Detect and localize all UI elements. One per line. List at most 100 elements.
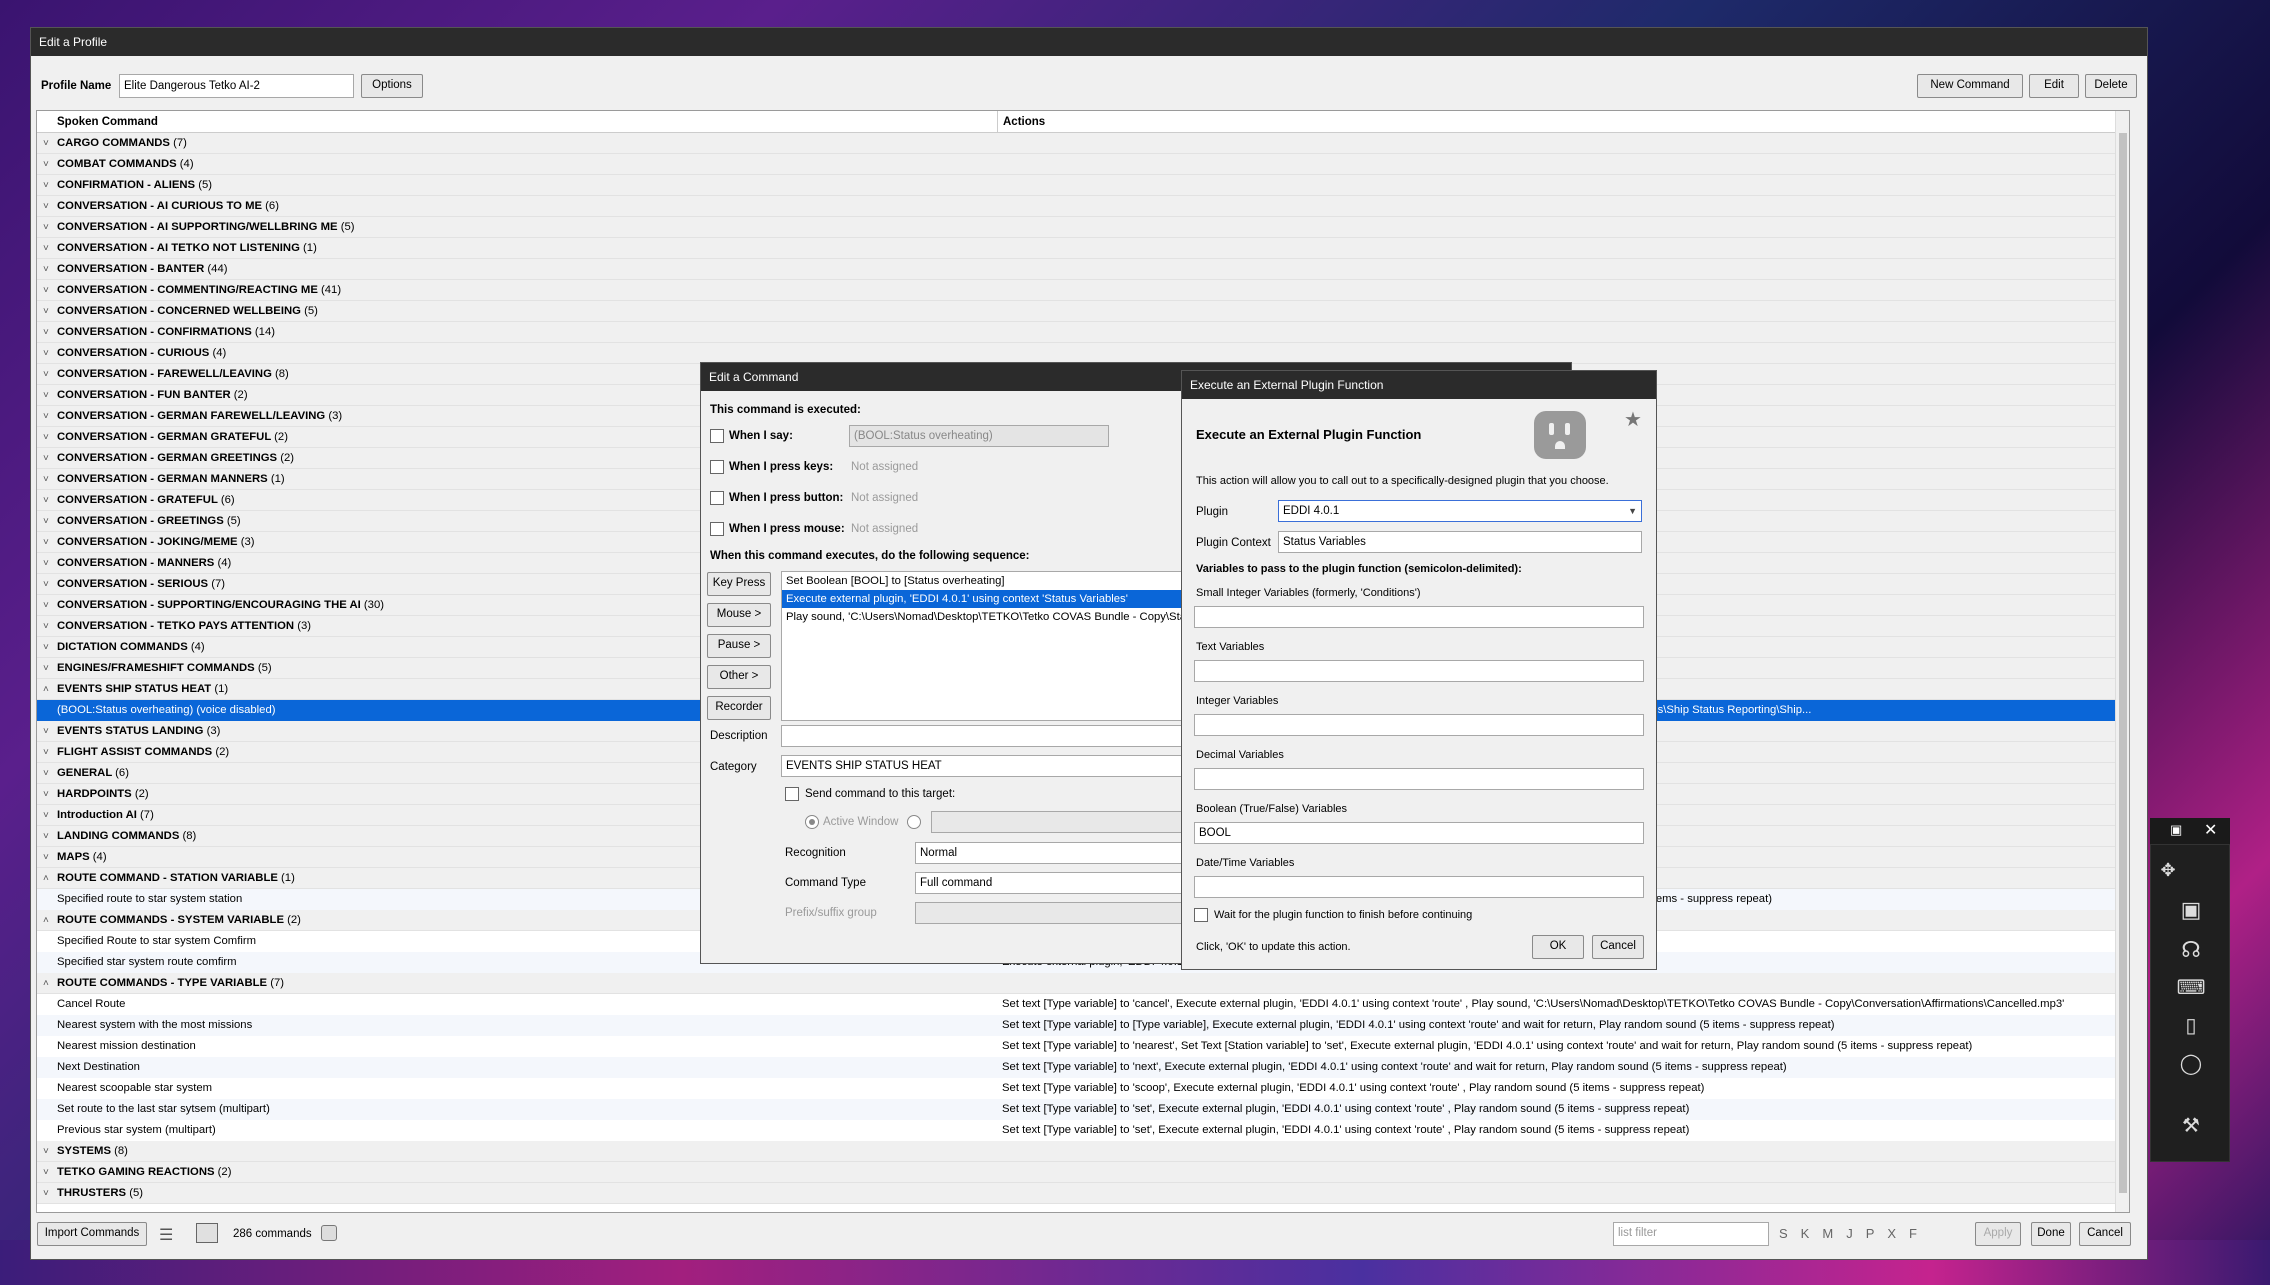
group-row[interactable]: ˄ ROUTE COMMANDS - TYPE VARIABLE (7) — [37, 973, 2129, 994]
pause-button[interactable]: Pause > — [707, 634, 771, 658]
chevron-down-icon[interactable]: ˅ — [43, 175, 49, 195]
group-row[interactable]: ˅ TETKO GAMING REACTIONS (2) — [37, 1162, 2129, 1183]
chevron-down-icon[interactable]: ˅ — [43, 616, 49, 636]
chevron-down-icon[interactable]: ˅ — [43, 196, 49, 216]
ok-button[interactable]: OK — [1532, 935, 1584, 959]
import-commands-button[interactable]: Import Commands — [37, 1222, 147, 1246]
group-row[interactable]: ˅ CONVERSATION - AI CURIOUS TO ME (6) — [37, 196, 2129, 217]
chevron-down-icon[interactable]: ˅ — [43, 406, 49, 426]
options-button[interactable]: Options — [361, 74, 423, 98]
filter-letter-p[interactable]: P — [1866, 1226, 1888, 1241]
list-view-icon[interactable]: ☰ — [159, 1225, 173, 1245]
wrench-icon[interactable]: ⚒ — [2173, 1111, 2209, 1141]
col-actions[interactable]: Actions — [1003, 116, 1045, 128]
chevron-down-icon[interactable]: ▼ — [1628, 501, 1637, 521]
chevron-down-icon[interactable]: ˅ — [43, 847, 49, 867]
plugin-context-input[interactable]: Status Variables — [1278, 531, 1642, 553]
headset-icon[interactable]: ☊ — [2173, 935, 2209, 965]
decimal-vars-input[interactable] — [1194, 768, 1644, 790]
group-row[interactable]: ˅ CONVERSATION - CURIOUS (4) — [37, 343, 2129, 364]
mouse-button[interactable]: Mouse > — [707, 603, 771, 627]
star-icon[interactable]: ★ — [1624, 407, 1642, 432]
bool-vars-input[interactable]: BOOL — [1194, 822, 1644, 844]
datetime-vars-input[interactable] — [1194, 876, 1644, 898]
group-row[interactable]: ˅ CARGO COMMANDS (7) — [37, 133, 2129, 154]
chevron-down-icon[interactable]: ˅ — [43, 154, 49, 174]
new-command-button[interactable]: New Command — [1917, 74, 2023, 98]
command-row[interactable]: Nearest system with the most missions Set… — [37, 1015, 2129, 1036]
delete-button[interactable]: Delete — [2085, 74, 2137, 98]
group-row[interactable]: ˅ CONFIRMATION - ALIENS (5) — [37, 175, 2129, 196]
col-spoken-command[interactable]: Spoken Command — [57, 116, 158, 128]
filter-letter-k[interactable]: K — [1801, 1226, 1823, 1241]
chevron-down-icon[interactable]: ˅ — [43, 364, 49, 384]
command-row[interactable]: Cancel Route Set text [Type variable] to … — [37, 994, 2129, 1015]
chevron-down-icon[interactable]: ˅ — [43, 133, 49, 153]
move-icon[interactable]: ✥ — [2153, 855, 2183, 885]
key-press-button[interactable]: Key Press — [707, 572, 771, 596]
plugin-select[interactable]: EDDI 4.0.1 ▼ — [1278, 500, 1642, 522]
command-row[interactable]: Nearest scoopable star system Set text [T… — [37, 1078, 2129, 1099]
chevron-up-icon[interactable]: ˄ — [43, 973, 49, 993]
group-row[interactable]: ˅ CONVERSATION - AI TETKO NOT LISTENING (… — [37, 238, 2129, 259]
stop-icon[interactable] — [321, 1225, 337, 1241]
group-row[interactable]: ˅ THRUSTERS (5) — [37, 1183, 2129, 1204]
chevron-down-icon[interactable]: ˅ — [43, 1141, 49, 1161]
specific-window-radio[interactable] — [907, 815, 921, 829]
chevron-down-icon[interactable]: ˅ — [43, 322, 49, 342]
command-row[interactable]: Next Destination Set text [Type variable]… — [37, 1057, 2129, 1078]
group-row[interactable]: ˅ CONVERSATION - BANTER (44) — [37, 259, 2129, 280]
when-button-checkbox[interactable] — [710, 491, 724, 505]
chevron-down-icon[interactable]: ˅ — [43, 343, 49, 363]
text-vars-input[interactable] — [1194, 660, 1644, 682]
when-mouse-checkbox[interactable] — [710, 522, 724, 536]
cancel-button[interactable]: Cancel — [2079, 1222, 2131, 1246]
chevron-up-icon[interactable]: ˄ — [43, 868, 49, 888]
window-toggle-icon[interactable] — [196, 1223, 218, 1243]
list-filter-input[interactable]: list filter — [1613, 1222, 1769, 1246]
filter-letter-f[interactable]: F — [1909, 1226, 1930, 1241]
chevron-down-icon[interactable]: ˅ — [43, 805, 49, 825]
chevron-down-icon[interactable]: ˅ — [43, 658, 49, 678]
done-button[interactable]: Done — [2031, 1222, 2071, 1246]
wait-for-plugin-checkbox[interactable] — [1194, 908, 1208, 922]
chevron-up-icon[interactable]: ˄ — [43, 679, 49, 699]
active-window-radio[interactable] — [805, 815, 819, 829]
other-button[interactable]: Other > — [707, 665, 771, 689]
profile-name-input[interactable]: Elite Dangerous Tetko AI-2 — [119, 74, 354, 98]
chevron-down-icon[interactable]: ˅ — [43, 826, 49, 846]
recorder-button[interactable]: Recorder — [707, 696, 771, 720]
chevron-down-icon[interactable]: ˅ — [43, 385, 49, 405]
chevron-down-icon[interactable]: ˅ — [43, 637, 49, 657]
command-row[interactable]: Set route to the last star sytsem (multi… — [37, 1099, 2129, 1120]
group-row[interactable]: ˅ COMBAT COMMANDS (4) — [37, 154, 2129, 175]
group-row[interactable]: ˅ SYSTEMS (8) — [37, 1141, 2129, 1162]
when-keys-checkbox[interactable] — [710, 460, 724, 474]
keyboard-icon[interactable]: ⌨ — [2173, 973, 2209, 1003]
grid-scrollbar[interactable] — [2115, 111, 2129, 1212]
chevron-down-icon[interactable]: ˅ — [43, 1162, 49, 1182]
filter-letters[interactable]: SKMJPXF — [1779, 1226, 1930, 1241]
scrollbar-thumb[interactable] — [2119, 133, 2127, 1193]
edit-button[interactable]: Edit — [2029, 74, 2079, 98]
filter-letter-x[interactable]: X — [1887, 1226, 1909, 1241]
group-row[interactable]: ˅ CONVERSATION - CONCERNED WELLBEING (5) — [37, 301, 2129, 322]
chevron-up-icon[interactable]: ˄ — [43, 910, 49, 930]
chevron-down-icon[interactable]: ˅ — [43, 784, 49, 804]
send-target-checkbox[interactable] — [785, 787, 799, 801]
chevron-down-icon[interactable]: ˅ — [43, 448, 49, 468]
chevron-down-icon[interactable]: ˅ — [43, 763, 49, 783]
chevron-down-icon[interactable]: ˅ — [43, 238, 49, 258]
filter-letter-m[interactable]: M — [1822, 1226, 1846, 1241]
small-int-input[interactable] — [1194, 606, 1644, 628]
group-row[interactable]: ˅ CONVERSATION - CONFIRMATIONS (14) — [37, 322, 2129, 343]
chevron-down-icon[interactable]: ˅ — [43, 469, 49, 489]
gamepad-icon[interactable]: ◯ — [2173, 1049, 2209, 1079]
chevron-down-icon[interactable]: ˅ — [43, 511, 49, 531]
chevron-down-icon[interactable]: ˅ — [43, 1183, 49, 1203]
close-icon[interactable]: ✕ — [2204, 820, 2217, 840]
chevron-down-icon[interactable]: ˅ — [43, 490, 49, 510]
plugin-cancel-button[interactable]: Cancel — [1592, 935, 1644, 959]
int-vars-input[interactable] — [1194, 714, 1644, 736]
chevron-down-icon[interactable]: ˅ — [43, 301, 49, 321]
